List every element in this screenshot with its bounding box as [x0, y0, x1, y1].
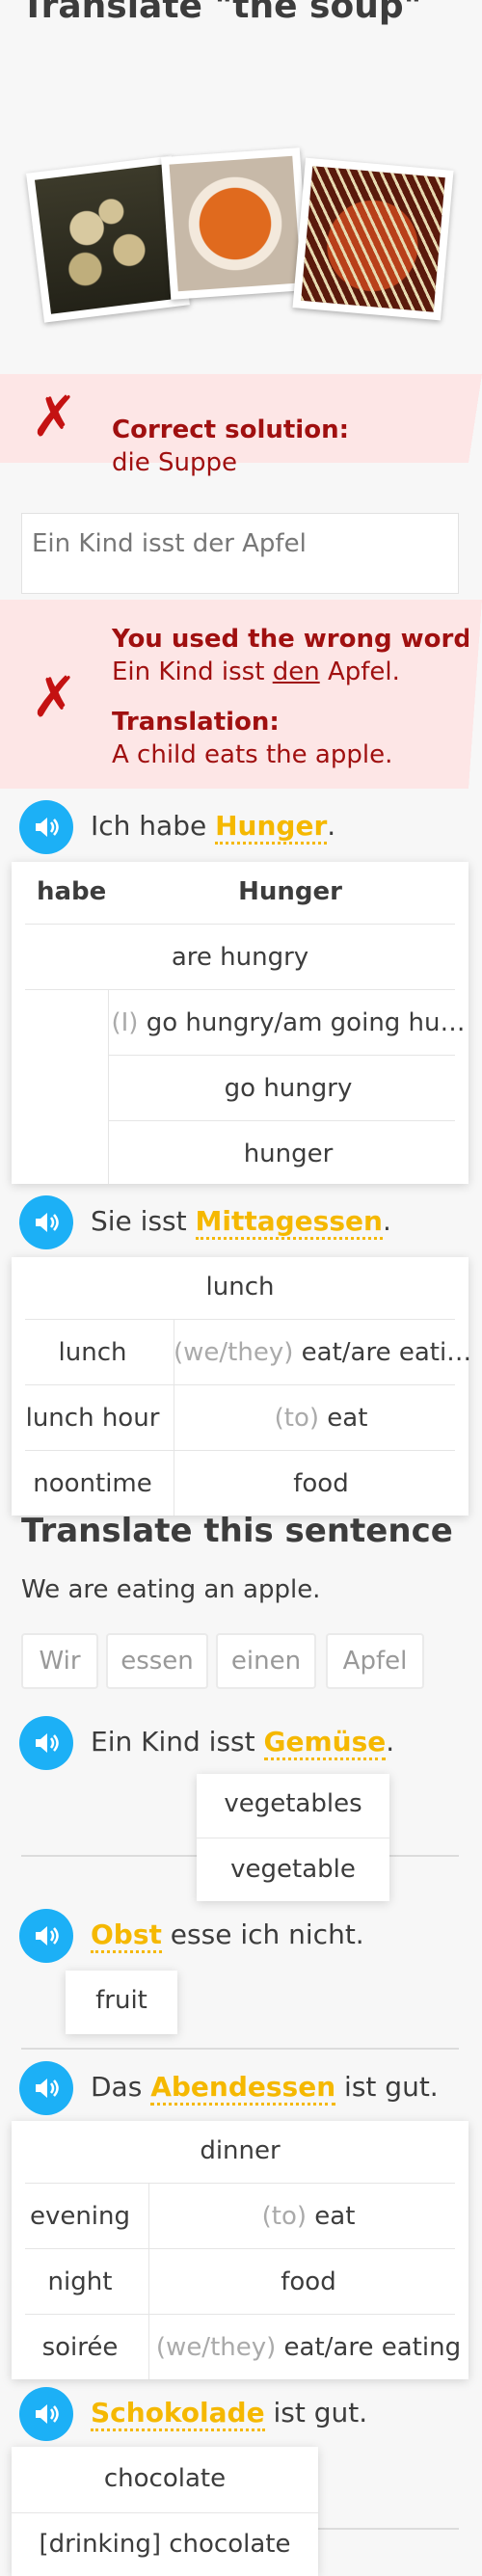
hint-table-abendessen: dinner evening (to) eat night food soiré…: [12, 2121, 469, 2379]
sentence-4: Obst esse ich nicht.: [91, 1919, 364, 1953]
hint-cell: lunch: [58, 1338, 127, 1367]
word-chip[interactable]: einen: [216, 1633, 316, 1689]
hint-word[interactable]: Hunger: [215, 810, 328, 845]
user-answer-text: Ein Kind isst der Apfel: [32, 529, 307, 558]
translation-text: A child eats the apple.: [112, 740, 393, 769]
solution-answer: die Suppe: [112, 448, 237, 477]
hint-cell: food: [293, 1469, 349, 1498]
speaker-icon: [36, 1213, 59, 1232]
hint-cell: dinner: [200, 2136, 281, 2165]
sentence-5: Das Abendessen ist gut.: [91, 2071, 439, 2106]
hint-word[interactable]: Gemüse: [263, 1726, 387, 1760]
hint-cell: [drinking] chocolate: [39, 2530, 291, 2559]
hint-popup-obst: fruit: [66, 1971, 177, 2034]
hint-cell: are hungry: [171, 943, 309, 972]
corrected-word: den: [272, 657, 320, 686]
hint-cell: food: [281, 2267, 336, 2296]
answer-line: [21, 2048, 459, 2050]
hint-cell: (we/they) eat/are eati…: [174, 1338, 472, 1367]
hint-cell: vegetable: [230, 1855, 356, 1884]
sentence-3: Ein Kind isst Gemüse.: [91, 1726, 394, 1760]
sentence-1: Ich habe Hunger.: [91, 810, 335, 845]
solution-label: Correct solution:: [112, 416, 349, 444]
sentence-2: Sie isst Mittagessen.: [91, 1205, 391, 1240]
speaker-button[interactable]: [19, 2061, 73, 2115]
hint-cell: (we/they) eat/are eating: [155, 2333, 462, 2362]
hint-cell: noontime: [33, 1469, 152, 1498]
hint-cell: lunch: [205, 1273, 275, 1301]
hint-word[interactable]: Mittagessen: [195, 1205, 383, 1240]
word-chip[interactable]: Apfel: [326, 1633, 424, 1689]
speaker-icon: [36, 1733, 59, 1753]
x-icon: ✗: [31, 664, 78, 730]
hint-table-hunger: habe Hunger are hungry (I) go hungry/am …: [12, 862, 469, 1184]
hint-cell: fruit: [95, 1986, 147, 2015]
translation-label: Translation:: [112, 708, 280, 737]
source-sentence: We are eating an apple.: [21, 1575, 321, 1604]
hint-cell: (to) eat: [274, 1404, 368, 1433]
hint-cell: evening: [29, 2202, 131, 2231]
speaker-button[interactable]: [19, 2387, 73, 2441]
speaker-button[interactable]: [19, 1716, 73, 1770]
speaker-button[interactable]: [19, 1909, 73, 1963]
challenge-title: Translate "the soup": [21, 0, 422, 26]
hint-cell: lunch hour: [25, 1404, 160, 1433]
hint-popup-gemuese: vegetables vegetable: [197, 1774, 389, 1901]
tortellini-image: [34, 164, 182, 314]
hint-cell: chocolate: [103, 2464, 227, 2493]
word-chip[interactable]: Wir: [21, 1633, 98, 1689]
noodle-soup-image: [301, 166, 445, 312]
speaker-icon: [36, 2404, 59, 2424]
hint-cell: soirée: [41, 2333, 119, 2362]
hint-cell: night: [47, 2267, 113, 2296]
tomato-soup-image: [169, 155, 302, 292]
hint-cell: (to) eat: [261, 2202, 356, 2231]
table-header-right: Hunger: [238, 877, 342, 906]
hint-cell: go hungry: [224, 1074, 353, 1103]
speaker-icon: [36, 2079, 59, 2098]
speaker-icon: [36, 818, 59, 837]
hint-cell: (I) go hungry/am going hu…: [111, 1008, 466, 1037]
user-answer-box: Ein Kind isst der Apfel: [21, 513, 459, 594]
hint-word[interactable]: Obst: [91, 1919, 162, 1953]
corrected-sentence: Ein Kind isst den Apfel.: [112, 657, 400, 686]
speaker-button[interactable]: [19, 1195, 73, 1249]
feedback-heading: You used the wrong word.: [112, 625, 481, 654]
image-option-noodle-soup[interactable]: [292, 157, 454, 321]
hint-word[interactable]: Abendessen: [150, 2071, 336, 2106]
hint-popup-schokolade: chocolate [drinking] chocolate: [12, 2447, 318, 2576]
correct-solution-banner: ✗ Correct solution: die Suppe: [0, 374, 482, 477]
hint-table-mittagessen: lunch lunch (we/they) eat/are eati… lunc…: [12, 1257, 472, 1516]
wrong-word-banner: ✗ You used the wrong word. Ein Kind isst…: [0, 600, 482, 789]
hint-cell: hunger: [243, 1140, 334, 1168]
speaker-button[interactable]: [19, 800, 73, 854]
speaker-icon: [36, 1926, 59, 1945]
hint-cell: vegetables: [224, 1789, 362, 1818]
challenge-title-2: Translate this sentence: [21, 1512, 453, 1550]
hint-word[interactable]: Schokolade: [91, 2397, 265, 2431]
image-option-tomato-soup[interactable]: [161, 148, 309, 300]
sentence-6: Schokolade ist gut.: [91, 2397, 367, 2431]
table-header-left: habe: [37, 877, 107, 906]
word-chip[interactable]: essen: [106, 1633, 208, 1689]
x-icon: ✗: [31, 384, 78, 449]
